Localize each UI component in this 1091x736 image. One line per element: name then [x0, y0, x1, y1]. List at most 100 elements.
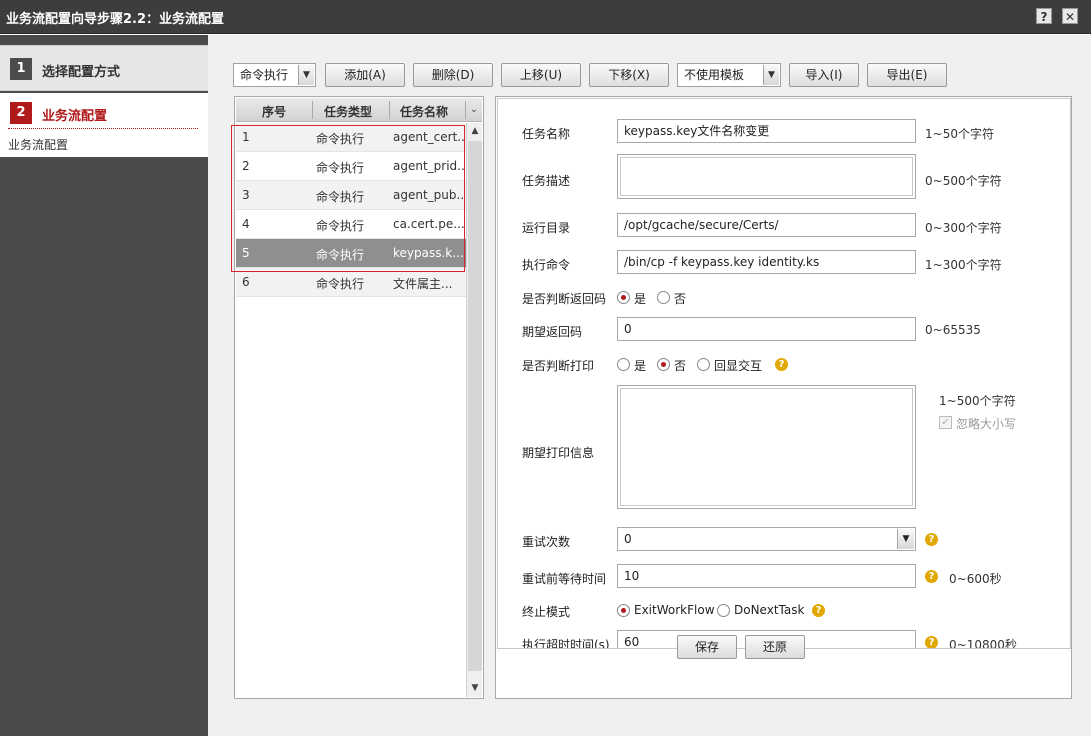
- task-list-rows: 1 命令执行 agent_cert... 2 命令执行 agent_prid..…: [236, 123, 466, 297]
- stop-mode-next-label: DoNextTask: [734, 603, 805, 617]
- task-list: 序号 任务类型 任务名称 ⌄ 1 命令执行 agent_cert... 2 命令…: [234, 96, 484, 699]
- row-type: 命令执行: [316, 219, 365, 233]
- row-type: 命令执行: [316, 132, 365, 146]
- restore-button[interactable]: 还原: [745, 635, 805, 659]
- step-2-subitem[interactable]: 业务流配置: [8, 136, 68, 153]
- row-type: 命令执行: [316, 248, 365, 262]
- table-row[interactable]: 3 命令执行 agent_pub...: [236, 181, 466, 210]
- task-form: 任务名称 keypass.key文件名称变更 1~50个字符 任务描述 0~50…: [497, 98, 1071, 649]
- help-icon[interactable]: ?: [775, 358, 788, 371]
- move-down-button[interactable]: 下移(X): [589, 63, 669, 87]
- step-2-number: 2: [10, 102, 32, 124]
- chevron-down-icon[interactable]: ▼: [897, 529, 914, 549]
- close-button[interactable]: ✕: [1062, 8, 1078, 24]
- scroll-down-icon[interactable]: ▼: [467, 680, 483, 696]
- column-header-type[interactable]: 任务类型: [324, 103, 372, 120]
- task-list-scrollbar[interactable]: ▲ ▼: [466, 123, 482, 697]
- delete-button[interactable]: 删除(D): [413, 63, 493, 87]
- template-select-value: 不使用模板: [684, 68, 745, 82]
- stop-mode-exit-radio[interactable]: [617, 604, 630, 617]
- expected-return-hint: 0~65535: [925, 323, 981, 337]
- wizard-sidebar: 1 选择配置方式 2 业务流配置 业务流配置: [0, 35, 208, 736]
- column-header-number[interactable]: 序号: [262, 103, 286, 120]
- main-area: 命令执行 ▼ 添加(A) 删除(D) 上移(U) 下移(X) 不使用模板 ▼ 导…: [208, 35, 1091, 736]
- retry-count-combobox[interactable]: 0 ▼: [617, 527, 916, 551]
- table-row[interactable]: 4 命令执行 ca.cert.pe...: [236, 210, 466, 239]
- chevron-down-icon[interactable]: ▼: [298, 65, 314, 85]
- task-desc-textarea[interactable]: [617, 154, 916, 199]
- export-button[interactable]: 导出(E): [867, 63, 947, 87]
- help-icon[interactable]: ?: [812, 604, 825, 617]
- step-1-label: 选择配置方式: [42, 65, 121, 80]
- task-list-header: 序号 任务类型 任务名称 ⌄: [236, 98, 482, 122]
- check-print-label: 是否判断打印: [522, 359, 595, 373]
- step-1-number: 1: [10, 58, 32, 80]
- import-button[interactable]: 导入(I): [789, 63, 859, 87]
- column-separator: [312, 101, 313, 119]
- step-divider: [8, 128, 198, 129]
- row-number: 4: [242, 217, 250, 231]
- table-row[interactable]: 2 命令执行 agent_prid...: [236, 152, 466, 181]
- retry-wait-input[interactable]: 10: [617, 564, 916, 588]
- chevron-down-icon[interactable]: ▼: [763, 65, 779, 85]
- row-number: 6: [242, 275, 250, 289]
- retry-wait-hint: 0~600秒: [949, 572, 1002, 586]
- command-hint: 1~300个字符: [925, 258, 1002, 272]
- command-label: 执行命令: [522, 258, 571, 272]
- task-desc-label: 任务描述: [522, 174, 571, 188]
- table-row[interactable]: 1 命令执行 agent_cert...: [236, 123, 466, 152]
- help-icon[interactable]: ?: [925, 533, 938, 546]
- expected-print-label: 期望打印信息: [522, 446, 595, 460]
- step-1-item[interactable]: 1 选择配置方式: [0, 45, 208, 91]
- row-number: 2: [242, 159, 250, 173]
- check-print-no-radio[interactable]: [657, 358, 670, 371]
- row-name: ca.cert.pe...: [393, 217, 465, 231]
- task-type-select-value: 命令执行: [240, 68, 289, 82]
- expected-print-textarea[interactable]: [617, 385, 916, 509]
- ignore-case-checkbox[interactable]: ✓: [939, 416, 952, 429]
- template-select[interactable]: 不使用模板 ▼: [677, 63, 781, 87]
- task-name-label: 任务名称: [522, 127, 571, 141]
- row-name: 文件属主...: [393, 277, 453, 291]
- row-type: 命令执行: [316, 161, 365, 175]
- scroll-thumb[interactable]: [468, 141, 482, 671]
- check-print-echo-label: 回显交互: [714, 359, 763, 373]
- add-button[interactable]: 添加(A): [325, 63, 405, 87]
- run-dir-input[interactable]: /opt/gcache/secure/Certs/: [617, 213, 916, 237]
- help-icon[interactable]: ?: [925, 570, 938, 583]
- command-input[interactable]: /bin/cp -f keypass.key identity.ks: [617, 250, 916, 274]
- step-2-item[interactable]: 2 业务流配置 业务流配置: [0, 93, 208, 157]
- check-print-no-label: 否: [674, 359, 687, 373]
- task-desc-hint: 0~500个字符: [925, 174, 1002, 188]
- help-icon[interactable]: ?: [925, 636, 938, 648]
- row-name: agent_prid...: [393, 159, 465, 173]
- column-header-name[interactable]: 任务名称: [400, 103, 448, 120]
- table-row[interactable]: 6 命令执行 文件属主...: [236, 268, 466, 297]
- move-up-button[interactable]: 上移(U): [501, 63, 581, 87]
- task-type-select[interactable]: 命令执行 ▼: [233, 63, 316, 87]
- stop-mode-label: 终止模式: [522, 605, 571, 619]
- stop-mode-exit-label: ExitWorkFlow: [634, 603, 715, 617]
- save-button[interactable]: 保存: [677, 635, 737, 659]
- scroll-up-icon[interactable]: ▲: [467, 123, 483, 139]
- run-dir-hint: 0~300个字符: [925, 221, 1002, 235]
- check-print-yes-radio[interactable]: [617, 358, 630, 371]
- column-menu-chevron-icon[interactable]: ⌄: [466, 98, 482, 122]
- expected-return-input[interactable]: 0: [617, 317, 916, 341]
- row-number: 1: [242, 130, 250, 144]
- check-return-yes-label: 是: [634, 292, 647, 306]
- stop-mode-next-radio[interactable]: [717, 604, 730, 617]
- row-name: keypass.k...: [393, 246, 464, 260]
- expected-print-hint: 1~500个字符: [939, 394, 1016, 408]
- check-print-echo-radio[interactable]: [697, 358, 710, 371]
- check-return-no-radio[interactable]: [657, 291, 670, 304]
- table-row-selected[interactable]: 5 命令执行 keypass.k...: [236, 239, 466, 268]
- expected-return-label: 期望返回码: [522, 325, 583, 339]
- task-name-input[interactable]: keypass.key文件名称变更: [617, 119, 916, 143]
- run-dir-label: 运行目录: [522, 221, 571, 235]
- help-button[interactable]: ?: [1036, 8, 1052, 24]
- check-return-yes-radio[interactable]: [617, 291, 630, 304]
- check-print-yes-label: 是: [634, 359, 647, 373]
- row-name: agent_pub...: [393, 188, 465, 202]
- row-number: 5: [242, 246, 250, 260]
